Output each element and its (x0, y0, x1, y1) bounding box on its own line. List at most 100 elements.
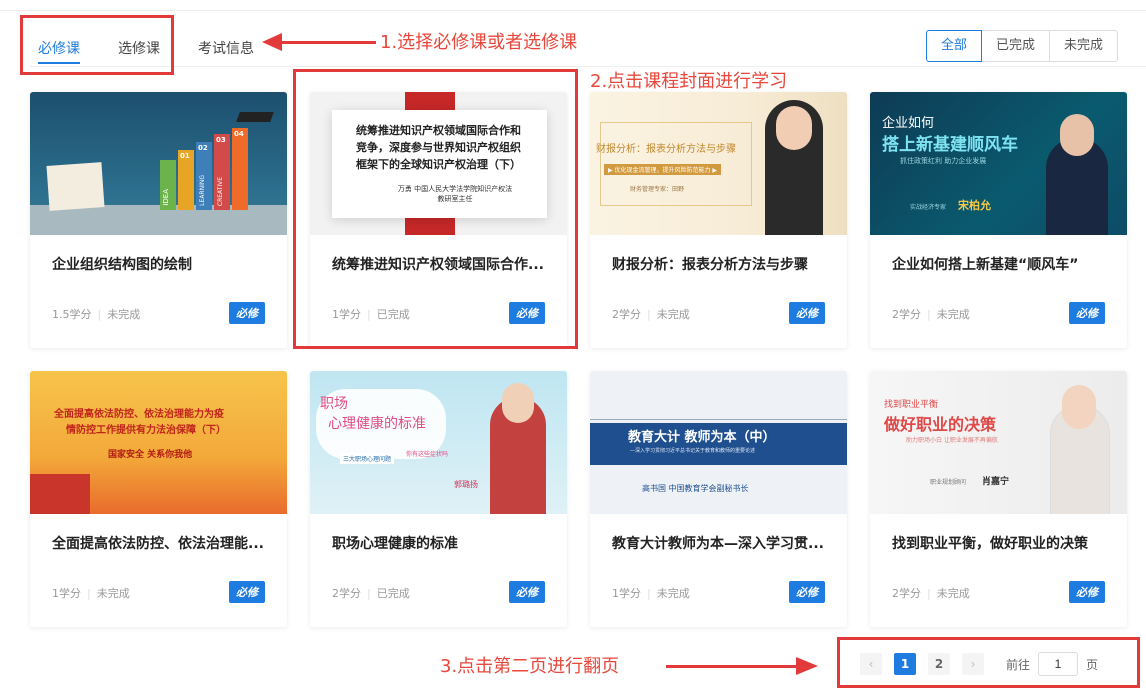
cover-title: 财报分析：报表分析方法与步骤 (596, 144, 736, 155)
cover-line: 教育大计 教师为本（中） (628, 430, 776, 445)
course-card[interactable]: 职场 心理健康的标准 三大职场心理问题 你有这些症状吗 郭璐扬 职场心理健康的标… (310, 371, 567, 627)
course-meta: 2学分 | 已完成 (332, 587, 410, 600)
course-cover[interactable]: 企业如何 搭上新基建顺风车 抓住政策红利 助力企业发展 实战经济专家 宋柏允 (870, 92, 1127, 235)
filter-completed-button[interactable]: 已完成 (981, 30, 1051, 62)
cover-line: 做好职业的决策 (884, 415, 997, 434)
cover-line: 全面提高依法防控、依法治理能力为疫 (54, 409, 224, 420)
cover-name: 宋柏允 (958, 199, 991, 212)
course-title: 教育大计教师为本—深入学习贯... (612, 536, 824, 552)
cover-subtitle: 助力职场小白 让职业发展不再偏航 (906, 437, 998, 444)
course-cover[interactable]: IDEA 01 02 LEARNING 03 CREATIVE 04 (30, 92, 287, 235)
cover-tag: 你有这些症状吗 (406, 451, 449, 458)
prev-page-button[interactable]: ‹ (860, 653, 882, 675)
course-title: 全面提高依法防控、依法治理能... (52, 536, 264, 552)
cover-line: 职场 (320, 396, 348, 412)
arrowhead-right-icon (796, 657, 818, 675)
cover-line: —深入学习贯彻习近平总书记关于教育和教师的重要论述 (630, 448, 756, 454)
course-status: 未完成 (107, 308, 141, 321)
annotation-arrow-1 (276, 41, 376, 44)
cover-line: 情防控工作提供有力法治保障（下） (66, 425, 226, 436)
required-badge: 必修 (789, 302, 825, 324)
course-cover[interactable]: 教育大计 教师为本（中） —深入学习贯彻习近平总书记关于教育和教师的重要论述 高… (590, 371, 847, 514)
course-title: 职场心理健康的标准 (332, 536, 458, 552)
course-status: 未完成 (936, 587, 970, 600)
course-cover[interactable]: 找到职业平衡 做好职业的决策 助力职场小白 让职业发展不再偏航 职业规划顾问 肖… (870, 371, 1127, 514)
cover-expert: 财务管理专家：田野 (630, 186, 685, 193)
course-card[interactable]: 全面提高依法防控、依法治理能力为疫 情防控工作提供有力法治保障（下） 国家安全 … (30, 371, 287, 627)
required-badge: 必修 (229, 302, 265, 324)
course-status: 未完成 (96, 587, 130, 600)
cover-name: 肖嘉宁 (982, 477, 1010, 487)
cover-subtitle: ▶ 优化现金流管理，提升风险防范能力 ▶ (604, 164, 722, 175)
course-credit: 2学分 (612, 308, 641, 321)
tabs-divider (30, 66, 1146, 67)
arrowhead-left-icon (262, 33, 282, 51)
course-credit: 2学分 (332, 587, 361, 600)
book-idea: IDEA (160, 160, 176, 210)
top-divider (0, 10, 1146, 11)
required-badge: 必修 (1069, 581, 1105, 603)
book-01: 01 (178, 150, 194, 210)
cover-line: 心理健康的标准 (328, 416, 426, 432)
course-title: 财报分析：报表分析方法与步骤 (612, 257, 808, 273)
course-credit: 1学分 (52, 587, 81, 600)
next-page-button[interactable]: › (962, 653, 984, 675)
course-cover[interactable]: 职场 心理健康的标准 三大职场心理问题 你有这些症状吗 郭璐扬 (310, 371, 567, 514)
course-meta: 1学分 | 未完成 (612, 587, 690, 600)
pagination: ‹ 1 2 › 前往 页 (860, 652, 1098, 676)
course-meta: 2学分 | 未完成 (892, 308, 970, 321)
page-2-button[interactable]: 2 (928, 653, 950, 675)
course-card[interactable]: 教育大计 教师为本（中） —深入学习贯彻习近平总书记关于教育和教师的重要论述 高… (590, 371, 847, 627)
cover-role: 实战经济专家 (910, 204, 947, 211)
page-1-button[interactable]: 1 (894, 653, 916, 675)
course-credit: 1学分 (612, 587, 641, 600)
annotation-step3: 3.点击第二页进行翻页 (440, 656, 620, 677)
course-status: 未完成 (656, 587, 690, 600)
course-card[interactable]: 财报分析：报表分析方法与步骤 ▶ 优化现金流管理，提升风险防范能力 ▶ 财务管理… (590, 92, 847, 348)
course-cover[interactable]: 全面提高依法防控、依法治理能力为疫 情防控工作提供有力法治保障（下） 国家安全 … (30, 371, 287, 514)
cover-role: 职业规划顾问 (930, 479, 967, 486)
course-credit: 2学分 (892, 587, 921, 600)
course-card[interactable]: 企业如何 搭上新基建顺风车 抓住政策红利 助力企业发展 实战经济专家 宋柏允 企… (870, 92, 1127, 348)
filter-all-button[interactable]: 全部 (926, 30, 983, 62)
filter-incomplete-button[interactable]: 未完成 (1049, 30, 1119, 62)
goto-page-input[interactable] (1038, 652, 1079, 676)
goto-unit: 页 (1086, 657, 1099, 672)
cover-line: 国家安全 关系你我他 (108, 450, 193, 460)
required-badge: 必修 (229, 581, 265, 603)
book-02: 02 LEARNING (196, 142, 212, 210)
course-title: 企业如何搭上新基建“顺风车” (892, 257, 1079, 273)
status-filter: 全部 已完成 未完成 (926, 30, 1119, 62)
course-meta: 2学分 | 未完成 (892, 587, 970, 600)
annotation-step2: 2.点击课程封面进行学习 (590, 71, 788, 92)
required-badge: 必修 (1069, 302, 1105, 324)
annotation-box-tabs (20, 15, 174, 75)
course-cover[interactable]: 财报分析：报表分析方法与步骤 ▶ 优化现金流管理，提升风险防范能力 ▶ 财务管理… (590, 92, 847, 235)
cover-line: 企业如何 (882, 116, 935, 131)
grad-cap-icon (236, 112, 274, 122)
required-badge: 必修 (509, 581, 545, 603)
book-04: 04 (232, 128, 248, 210)
annotation-box-cover (293, 69, 578, 349)
required-badge: 必修 (789, 581, 825, 603)
cover-tag: 三大职场心理问题 (340, 453, 395, 464)
course-title: 企业组织结构图的绘制 (52, 257, 192, 273)
course-card[interactable]: 找到职业平衡 做好职业的决策 助力职场小白 让职业发展不再偏航 职业规划顾问 肖… (870, 371, 1127, 627)
course-status: 未完成 (656, 308, 690, 321)
course-meta: 2学分 | 未完成 (612, 308, 690, 321)
goto-page: 前往 页 (1006, 652, 1098, 676)
course-meta: 1学分 | 未完成 (52, 587, 130, 600)
cover-subtitle: 抓住政策红利 助力企业发展 (900, 157, 987, 165)
cover-line: 搭上新基建顺风车 (882, 135, 1018, 155)
course-status: 已完成 (376, 587, 410, 600)
course-title: 找到职业平衡，做好职业的决策 (892, 536, 1088, 552)
course-card[interactable]: IDEA 01 02 LEARNING 03 CREATIVE 04 企业组织结构图… (30, 92, 287, 348)
tab-exam-info[interactable]: 考试信息 (198, 38, 254, 64)
annotation-step1: 1.选择必修课或者选修课 (380, 32, 578, 53)
annotation-arrow-3 (666, 665, 800, 668)
course-credit: 2学分 (892, 308, 921, 321)
cover-line: 高书国 中国教育学会副秘书长 (642, 484, 749, 493)
cover-name: 郭璐扬 (454, 480, 478, 489)
course-meta: 1.5学分 | 未完成 (52, 308, 141, 321)
goto-label: 前往 (1006, 657, 1031, 672)
